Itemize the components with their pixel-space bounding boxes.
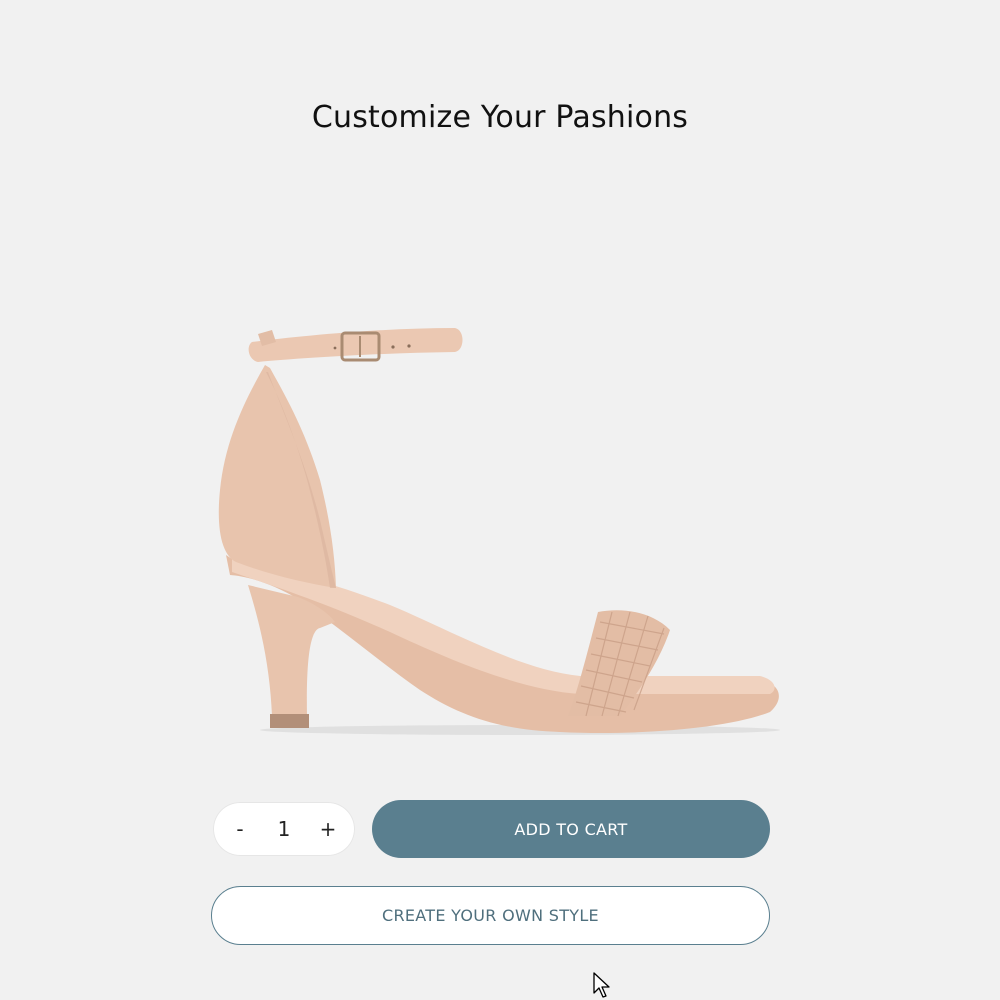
increment-button[interactable]: + <box>311 812 345 846</box>
add-to-cart-button[interactable]: ADD TO CART <box>372 800 770 858</box>
page-title: Customize Your Pashions <box>311 100 689 135</box>
decrement-button[interactable]: - <box>223 812 257 846</box>
mouse-pointer-icon <box>593 972 610 998</box>
create-your-own-style-button[interactable]: CREATE YOUR OWN STYLE <box>211 886 770 945</box>
product-customizer-page: Customize Your Pashions - 1 + ADD TO CAR… <box>0 0 1000 1000</box>
quantity-stepper: - 1 + <box>213 802 355 856</box>
sandal-product-image <box>218 328 780 735</box>
quantity-value[interactable]: 1 <box>264 817 304 841</box>
